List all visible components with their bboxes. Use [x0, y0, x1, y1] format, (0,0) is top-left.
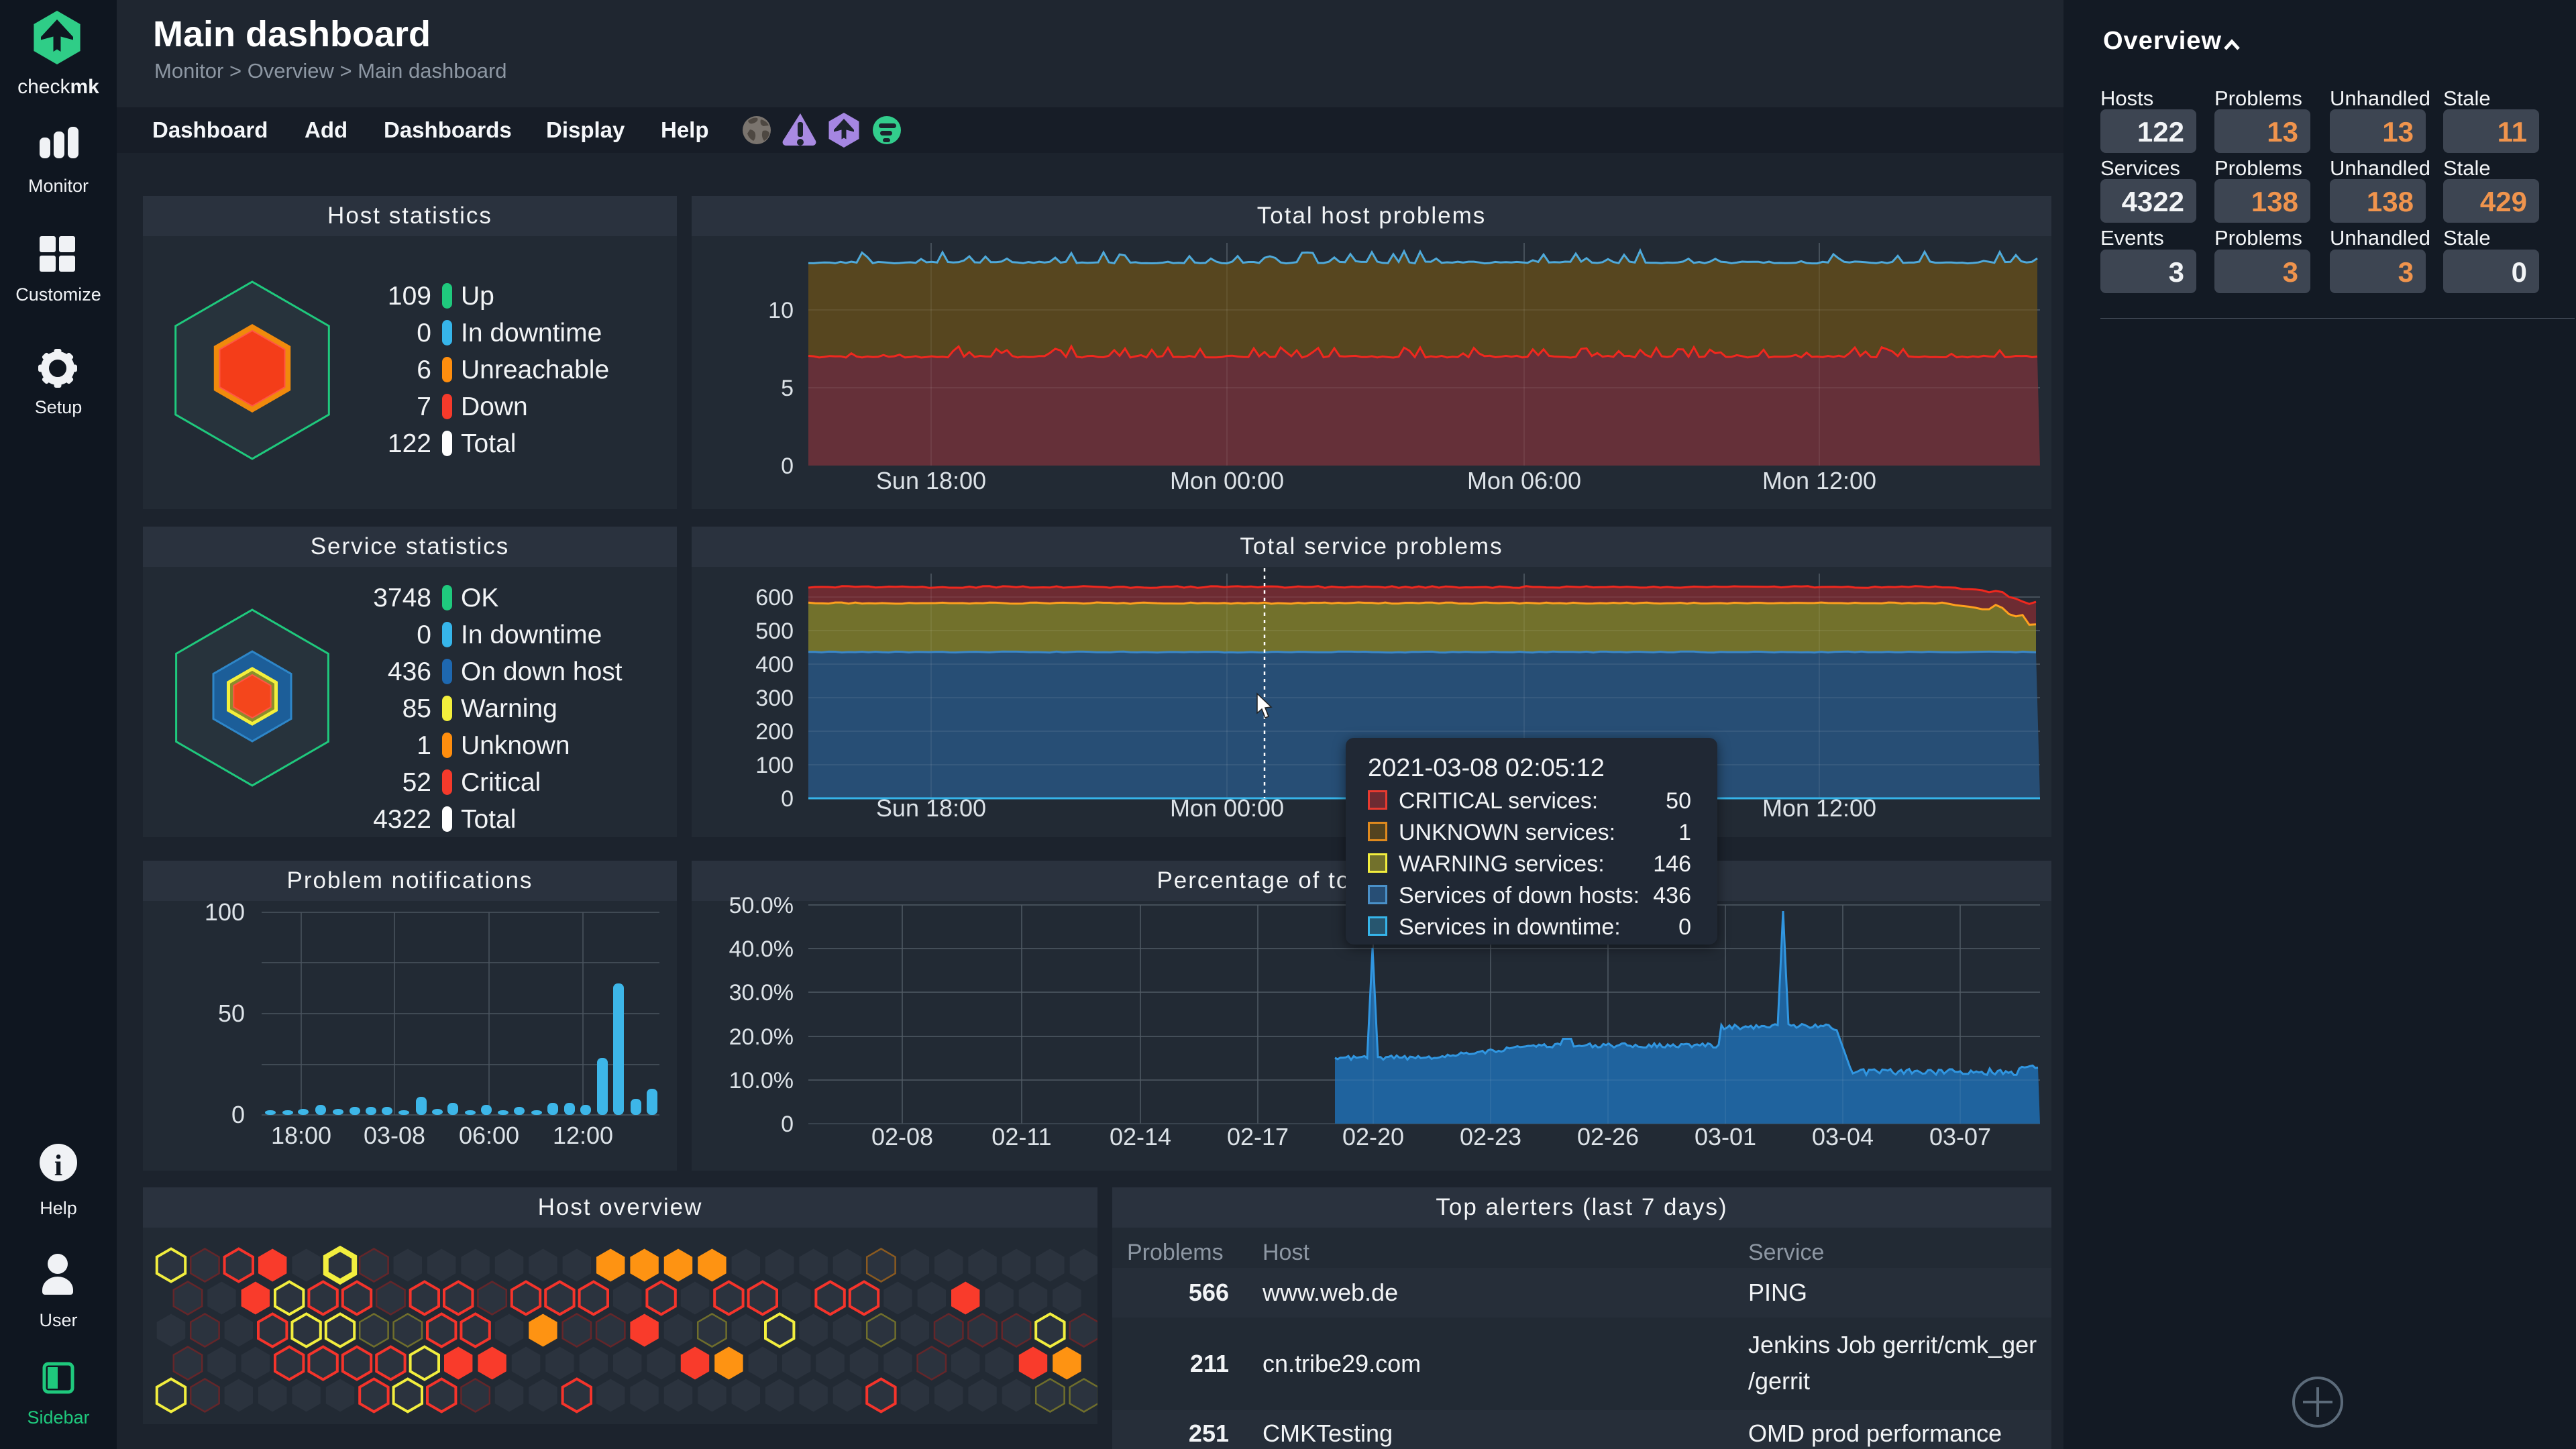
svg-text:500: 500: [755, 619, 794, 644]
svg-text:i: i: [54, 1149, 62, 1182]
svg-text:03-01: 03-01: [1695, 1123, 1756, 1150]
svg-text:Critical: Critical: [461, 768, 541, 797]
svg-text:02-20: 02-20: [1342, 1123, 1404, 1150]
svg-text:400: 400: [755, 652, 794, 678]
svg-text:In downtime: In downtime: [461, 621, 602, 649]
svg-text:Mon 00:00: Mon 00:00: [1170, 467, 1284, 494]
svg-text:10.0%: 10.0%: [729, 1068, 794, 1093]
svg-text:10: 10: [768, 298, 794, 323]
svg-text:300: 300: [755, 686, 794, 711]
svg-text:02-17: 02-17: [1227, 1123, 1289, 1150]
svg-text:02-26: 02-26: [1577, 1123, 1639, 1150]
svg-text:100: 100: [755, 753, 794, 778]
svg-text:02-23: 02-23: [1460, 1123, 1521, 1150]
svg-text:Up: Up: [461, 282, 494, 311]
svg-text:30.0%: 30.0%: [729, 980, 794, 1006]
svg-text:600: 600: [755, 585, 794, 610]
svg-text:20.0%: 20.0%: [729, 1024, 794, 1050]
svg-text:Mon 12:00: Mon 12:00: [1762, 794, 1876, 822]
svg-text:Mon 12:00: Mon 12:00: [1762, 467, 1876, 494]
svg-text:0: 0: [781, 453, 794, 479]
svg-text:02-11: 02-11: [991, 1123, 1051, 1150]
svg-text:5: 5: [781, 376, 794, 401]
svg-text:On down host: On down host: [461, 657, 623, 686]
svg-text:Mon 06:00: Mon 06:00: [1467, 467, 1581, 494]
svg-text:18:00: 18:00: [271, 1122, 331, 1149]
svg-text:Mon 00:00: Mon 00:00: [1170, 794, 1284, 822]
svg-text:Warning: Warning: [461, 694, 557, 723]
svg-text:Unreachable: Unreachable: [461, 356, 609, 384]
svg-text:12:00: 12:00: [553, 1122, 613, 1149]
svg-text:Sun 18:00: Sun 18:00: [876, 794, 986, 822]
svg-text:In downtime: In downtime: [461, 319, 602, 347]
svg-text:52: 52: [402, 768, 431, 797]
svg-text:436: 436: [388, 657, 431, 686]
svg-text:40.0%: 40.0%: [729, 936, 794, 962]
svg-text:0: 0: [781, 1112, 794, 1137]
svg-text:OK: OK: [461, 584, 498, 612]
svg-text:6: 6: [417, 356, 431, 384]
svg-text:85: 85: [402, 694, 431, 723]
svg-text:50: 50: [218, 1000, 245, 1027]
svg-text:03-04: 03-04: [1812, 1123, 1874, 1150]
svg-text:0: 0: [417, 319, 431, 347]
svg-text:02-08: 02-08: [871, 1123, 933, 1150]
svg-text:200: 200: [755, 719, 794, 745]
svg-text:0: 0: [781, 786, 794, 812]
svg-text:109: 109: [388, 282, 431, 311]
svg-text:50.0%: 50.0%: [729, 893, 794, 918]
svg-text:7: 7: [417, 392, 431, 421]
svg-text:122: 122: [388, 429, 431, 458]
svg-text:1: 1: [417, 731, 431, 760]
svg-text:Down: Down: [461, 392, 528, 421]
svg-text:Sun 18:00: Sun 18:00: [876, 467, 986, 494]
svg-text:0: 0: [417, 621, 431, 649]
svg-text:Total: Total: [461, 429, 516, 458]
svg-text:02-14: 02-14: [1110, 1123, 1171, 1150]
svg-text:Total: Total: [461, 805, 516, 834]
svg-text:03-08: 03-08: [364, 1122, 425, 1149]
svg-text:03-07: 03-07: [1929, 1123, 1991, 1150]
svg-text:06:00: 06:00: [459, 1122, 519, 1149]
svg-text:Unknown: Unknown: [461, 731, 570, 760]
svg-text:3748: 3748: [373, 584, 431, 612]
svg-text:100: 100: [205, 898, 245, 926]
svg-text:4322: 4322: [373, 805, 431, 834]
svg-text:0: 0: [231, 1101, 245, 1128]
